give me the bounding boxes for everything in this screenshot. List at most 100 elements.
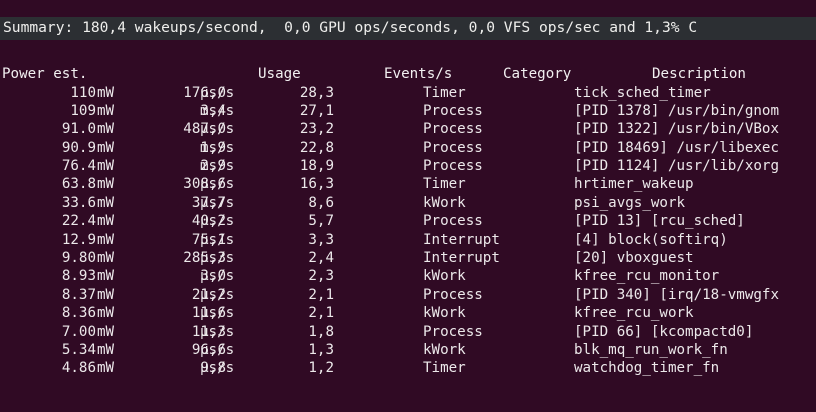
usage-unit: µs/s <box>200 286 235 303</box>
category-value: Process <box>423 139 483 156</box>
usage-unit: µs/s <box>200 194 235 211</box>
power-value: 33.6 <box>61 194 96 211</box>
usage-unit: µs/s <box>200 213 235 230</box>
usage-unit: ms/s <box>200 158 235 175</box>
table-row: 4.86 mW 9,8 µs/s 1,2 Timer watchdog_time… <box>0 359 816 377</box>
table-row: 8.36 mW 11,6 µs/s 2,1 kWork kfree_rcu_wo… <box>0 304 816 322</box>
power-unit: mW <box>97 84 115 101</box>
power-unit: mW <box>97 176 115 193</box>
category-value: Process <box>423 121 483 138</box>
description-value: [PID 18469] /usr/libexec <box>574 139 779 156</box>
usage-unit: µs/s <box>200 231 235 248</box>
category-value: Process <box>423 323 483 340</box>
events-value: 2,3 <box>308 268 334 285</box>
table-row: 7.00 mW 11,3 µs/s 1,8 Process [PID 66] [… <box>0 323 816 341</box>
usage-unit: µs/s <box>200 250 235 267</box>
usage-unit: µs/s <box>200 121 235 138</box>
events-value: 5,7 <box>308 213 334 230</box>
description-value: watchdog_timer_fn <box>574 360 720 377</box>
description-value: [PID 1322] /usr/bin/VBox <box>574 121 779 138</box>
events-value: 16,3 <box>299 176 334 193</box>
events-value: 8,6 <box>308 194 334 211</box>
power-value: 63.8 <box>61 176 96 193</box>
events-value: 2,1 <box>308 286 334 303</box>
description-value: tick_sched_timer <box>574 84 711 101</box>
power-unit: mW <box>97 194 115 211</box>
power-value: 12.9 <box>61 231 96 248</box>
power-value: 110 <box>70 84 96 101</box>
events-value: 1,8 <box>308 323 334 340</box>
events-value: 1,3 <box>308 341 334 358</box>
category-value: kWork <box>423 194 466 211</box>
usage-unit: µs/s <box>200 323 235 340</box>
process-table: 110 mW 176,0 µs/s 28,3 Timer tick_sched_… <box>0 84 816 378</box>
power-unit: mW <box>97 158 115 175</box>
table-row: 109 mW 3,4 ms/s 27,1 Process [PID 1378] … <box>0 102 816 120</box>
description-value: blk_mq_run_work_fn <box>574 341 728 358</box>
table-header: Power est. Usage Events/s Category Descr… <box>0 65 816 83</box>
events-value: 3,3 <box>308 231 334 248</box>
category-value: Timer <box>423 176 466 193</box>
usage-unit: µs/s <box>200 341 235 358</box>
description-value: hrtimer_wakeup <box>574 176 694 193</box>
description-value: psi_avgs_work <box>574 194 686 211</box>
table-row: 63.8 mW 308,6 µs/s 16,3 Timer hrtimer_wa… <box>0 175 816 193</box>
description-value: [20] vboxguest <box>574 250 694 267</box>
power-unit: mW <box>97 231 115 248</box>
events-value: 18,9 <box>299 158 334 175</box>
table-row: 91.0 mW 487,0 µs/s 23,2 Process [PID 132… <box>0 120 816 138</box>
events-value: 28,3 <box>299 84 334 101</box>
category-value: Process <box>423 102 483 119</box>
description-value: [PID 66] [kcompactd0] <box>574 323 754 340</box>
table-row: 5.34 mW 96,6 µs/s 1,3 kWork blk_mq_run_w… <box>0 341 816 359</box>
category-value: Timer <box>423 360 466 377</box>
table-row: 76.4 mW 2,9 ms/s 18,9 Process [PID 1124]… <box>0 157 816 175</box>
power-value: 91.0 <box>61 121 96 138</box>
power-value: 9.80 <box>61 250 96 267</box>
events-value: 27,1 <box>299 102 334 119</box>
header-events: Events/s <box>384 66 453 82</box>
table-row: 8.37 mW 21,2 µs/s 2,1 Process [PID 340] … <box>0 286 816 304</box>
power-value: 8.93 <box>61 268 96 285</box>
header-usage: Usage <box>258 66 301 82</box>
events-value: 2,1 <box>308 305 334 322</box>
usage-unit: ms/s <box>200 139 235 156</box>
usage-unit: µs/s <box>200 305 235 322</box>
power-unit: mW <box>97 250 115 267</box>
summary-line: Summary: 180,4 wakeups/second, 0,0 GPU o… <box>3 19 698 36</box>
power-unit: mW <box>97 341 115 358</box>
header-power: Power est. <box>2 66 88 82</box>
table-row: 12.9 mW 75,1 µs/s 3,3 Interrupt [4] bloc… <box>0 231 816 249</box>
power-unit: mW <box>97 360 115 377</box>
table-row: 8.93 mW 3,0 µs/s 2,3 kWork kfree_rcu_mon… <box>0 267 816 285</box>
table-row: 22.4 mW 40,2 µs/s 5,7 Process [PID 13] [… <box>0 212 816 230</box>
category-value: kWork <box>423 268 466 285</box>
table-row: 9.80 mW 285,3 µs/s 2,4 Interrupt [20] vb… <box>0 249 816 267</box>
events-value: 1,2 <box>308 360 334 377</box>
description-value: [PID 340] [irq/18-vmwgfx <box>574 286 779 303</box>
table-row: 90.9 mW 1,9 ms/s 22,8 Process [PID 18469… <box>0 139 816 157</box>
category-value: Timer <box>423 84 466 101</box>
power-value: 7.00 <box>61 323 96 340</box>
power-unit: mW <box>97 102 115 119</box>
power-unit: mW <box>97 268 115 285</box>
terminal-window[interactable]: Summary: 180,4 wakeups/second, 0,0 GPU o… <box>0 0 816 412</box>
power-value: 8.37 <box>61 286 96 303</box>
power-unit: mW <box>97 323 115 340</box>
category-value: Interrupt <box>423 231 500 248</box>
power-value: 8.36 <box>61 305 96 322</box>
power-unit: mW <box>97 121 115 138</box>
events-value: 22,8 <box>299 139 334 156</box>
power-value: 76.4 <box>61 158 96 175</box>
category-value: kWork <box>423 305 466 322</box>
description-value: kfree_rcu_work <box>574 305 694 322</box>
table-row: 110 mW 176,0 µs/s 28,3 Timer tick_sched_… <box>0 84 816 102</box>
category-value: Process <box>423 286 483 303</box>
power-value: 90.9 <box>61 139 96 156</box>
events-value: 23,2 <box>299 121 334 138</box>
category-value: Process <box>423 213 483 230</box>
events-value: 2,4 <box>308 250 334 267</box>
usage-unit: µs/s <box>200 84 235 101</box>
description-value: [PID 1124] /usr/lib/xorg <box>574 158 779 175</box>
category-value: Interrupt <box>423 250 500 267</box>
